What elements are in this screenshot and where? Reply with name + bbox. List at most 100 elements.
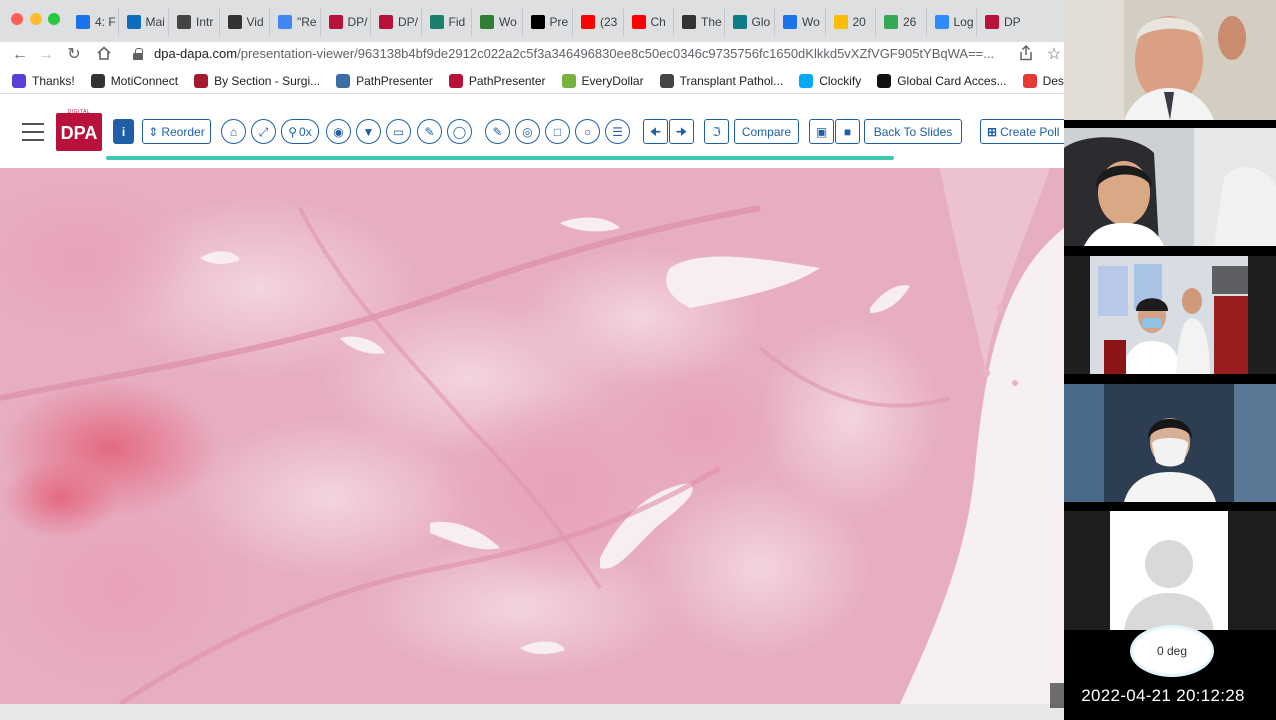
- tab-label: Wo: [499, 15, 517, 29]
- pen-button[interactable]: ✎: [417, 119, 442, 144]
- fullscreen-button[interactable]: ⤢: [251, 119, 276, 144]
- bookmark-item[interactable]: Thanks!: [12, 73, 75, 88]
- url-text[interactable]: dpa-dapa.com/presentation-viewer/963138b…: [154, 46, 994, 61]
- ellipse-tool-button[interactable]: ○: [575, 119, 600, 144]
- bookmark-item[interactable]: Clockify: [799, 73, 861, 88]
- bookmark-item[interactable]: PathPresenter: [448, 73, 546, 88]
- tab-favicon-icon: [631, 15, 646, 29]
- bookmark-item[interactable]: By Section - Surgi...: [194, 73, 320, 88]
- tab-label: Intr: [196, 15, 214, 29]
- browser-tab[interactable]: Glo: [725, 8, 775, 36]
- slide-image[interactable]: [0, 168, 1064, 704]
- bookmark-item[interactable]: Global Card Acces...: [877, 73, 1007, 88]
- globe-icon: [659, 73, 674, 88]
- dpa-logo: DPA: [56, 113, 102, 151]
- browser-tab[interactable]: The: [674, 8, 725, 36]
- next-slide-button[interactable]: 🠊: [669, 119, 694, 144]
- tissue-image: [0, 168, 1064, 704]
- bookmark-item[interactable]: MotiConnect: [90, 73, 178, 88]
- forward-arrow-icon[interactable]: →: [36, 45, 56, 65]
- address-bar: ← → ↻ dpa-dapa.com/presentation-viewer/9…: [0, 42, 1064, 68]
- sort-icon: ⇕: [148, 124, 159, 139]
- user-icon: [1124, 540, 1214, 630]
- compare-button[interactable]: Compare: [734, 119, 799, 144]
- draw-button[interactable]: ✎: [485, 119, 510, 144]
- browser-tab[interactable]: 4: F: [68, 8, 119, 36]
- tab-favicon-icon: [682, 15, 696, 29]
- tab-favicon-icon: [126, 15, 141, 29]
- share-icon[interactable]: [1016, 44, 1036, 65]
- tab-label: Fid: [448, 15, 466, 29]
- browser-tab[interactable]: "Re: [270, 8, 321, 36]
- create-poll-button[interactable]: ⊞ Create Poll: [980, 119, 1064, 144]
- tab-favicon-icon: [985, 15, 999, 29]
- browser-tab[interactable]: DP/: [321, 8, 371, 36]
- home-view-button[interactable]: ⌂: [221, 119, 246, 144]
- expand-icon: ⤢: [258, 124, 269, 139]
- browser-tab[interactable]: Log: [927, 8, 977, 36]
- tab-favicon-icon: [429, 15, 444, 29]
- slide-progress-bar: [106, 156, 894, 160]
- rotation-indicator[interactable]: 0 deg: [1130, 625, 1214, 677]
- info-button[interactable]: i: [113, 119, 134, 144]
- tab-favicon-icon: [783, 15, 797, 29]
- browser-tab[interactable]: Intr: [169, 8, 220, 36]
- browser-tab[interactable]: Mai: [119, 8, 169, 36]
- bookmark-item[interactable]: EveryDollar: [561, 73, 644, 88]
- browser-tab[interactable]: (23: [573, 8, 624, 36]
- tab-label: 20: [852, 15, 866, 29]
- close-window-button[interactable]: [11, 13, 23, 25]
- tab-favicon-icon: [227, 15, 242, 29]
- video-tile-presenter: [1064, 0, 1276, 120]
- browser-tab[interactable]: 20: [826, 8, 876, 36]
- tab-favicon-icon: [278, 15, 292, 29]
- browser-tab[interactable]: DP/: [371, 8, 422, 36]
- bookmark-item[interactable]: PathPresenter: [336, 73, 433, 88]
- tab-label: Vid: [246, 15, 264, 29]
- minimize-window-button[interactable]: [30, 13, 42, 25]
- tab-label: 26: [903, 15, 917, 29]
- screenshot-button[interactable]: ◉: [326, 119, 351, 144]
- browser-tab[interactable]: Wo: [775, 8, 826, 36]
- present-button[interactable]: ▭: [386, 119, 411, 144]
- video-tile-participant-4: [1064, 384, 1276, 502]
- tab-favicon-icon: [480, 15, 494, 29]
- bookmark-label: Thanks!: [32, 73, 75, 88]
- freehand-button[interactable]: ◯: [447, 119, 472, 144]
- grid-icon: [12, 73, 26, 88]
- home-icon[interactable]: [94, 45, 114, 65]
- maximize-window-button[interactable]: [48, 13, 60, 25]
- bookmark-star-icon[interactable]: ☆: [1044, 45, 1064, 65]
- browser-tab[interactable]: 26: [876, 8, 927, 36]
- stop-button[interactable]: ■: [835, 119, 860, 144]
- list-button[interactable]: ☰: [605, 119, 630, 144]
- browser-tab[interactable]: Wo: [472, 8, 523, 36]
- arrow-left-icon: 🠈: [649, 124, 662, 139]
- back-arrow-icon[interactable]: ←: [10, 45, 30, 65]
- reload-icon[interactable]: ↻: [64, 45, 84, 65]
- menu-icon[interactable]: [22, 123, 44, 141]
- browser-tab[interactable]: Ch: [624, 8, 674, 36]
- pencil-icon: ✎: [424, 124, 435, 139]
- tab-label: Pre: [549, 15, 569, 29]
- reorder-button[interactable]: ⇕ Reorder: [142, 119, 211, 144]
- filter-button[interactable]: ▼: [356, 119, 381, 144]
- browser-tab[interactable]: DP: [977, 8, 1028, 36]
- moti-icon: [90, 73, 105, 88]
- zoom-button[interactable]: ⚲ 0x: [281, 119, 319, 144]
- rectangle-tool-button[interactable]: □: [545, 119, 570, 144]
- previous-slide-button[interactable]: 🠈: [643, 119, 668, 144]
- bookmark-label: Descriptive ar: [1042, 73, 1064, 88]
- back-to-slides-button[interactable]: Back To Slides: [864, 119, 962, 144]
- tab-favicon-icon: [732, 15, 747, 29]
- record-button[interactable]: ▣: [809, 119, 834, 144]
- target-button[interactable]: ◎: [515, 119, 540, 144]
- attachment-button[interactable]: ℑ: [704, 119, 729, 144]
- back-to-slides-label: Back To Slides: [873, 124, 953, 139]
- browser-tab[interactable]: Fid: [422, 8, 472, 36]
- bookmark-item[interactable]: Transplant Pathol...: [659, 73, 783, 88]
- tab-label: Wo: [802, 15, 820, 29]
- browser-tab[interactable]: Vid: [220, 8, 270, 36]
- browser-tab[interactable]: Pre: [523, 8, 573, 36]
- bookmark-item[interactable]: Descriptive ar: [1022, 73, 1064, 88]
